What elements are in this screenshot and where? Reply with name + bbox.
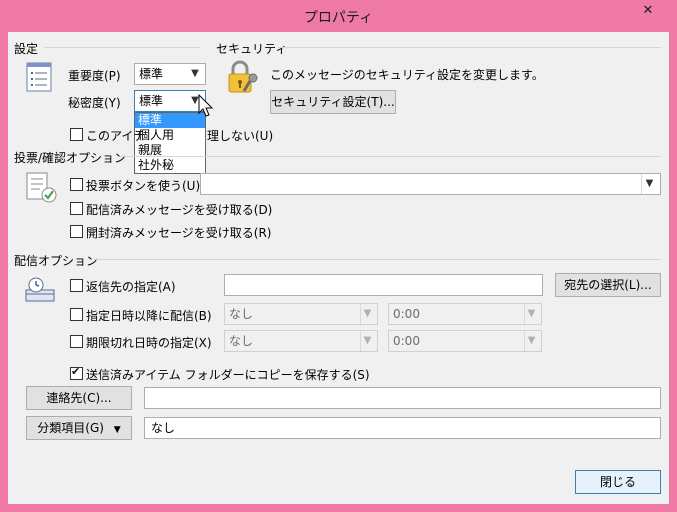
chevron-down-icon: ▼ — [524, 331, 538, 351]
delivery-divider — [94, 259, 661, 260]
voting-divider — [120, 156, 661, 157]
categories-button-label: 分類項目(G) — [37, 421, 104, 435]
use-voting-buttons-label: 投票ボタンを使う(U) — [86, 179, 201, 193]
close-button[interactable]: 閉じる — [575, 470, 661, 494]
expires-date-value: なし — [229, 334, 254, 348]
delivery-clock-tray-icon — [25, 277, 55, 302]
settings-divider — [44, 47, 200, 48]
security-divider — [278, 47, 661, 48]
contacts-input[interactable] — [144, 387, 661, 409]
expires-time-value: 0:00 — [393, 334, 420, 348]
expires-checkbox[interactable] — [70, 335, 83, 348]
sensitivity-option-personal[interactable]: 個人用 — [135, 128, 205, 143]
sensitivity-option-normal[interactable]: 標準 — [135, 113, 205, 128]
deferred-delivery-checkbox[interactable] — [70, 308, 83, 321]
categories-input[interactable]: なし — [144, 417, 661, 439]
properties-window: プロパティ ✕ 設定 重要度(P) 標準 ▼ 秘密度(Y) 標準 ▼ 標準 個人… — [0, 0, 677, 512]
chevron-down-icon: ▼ — [191, 68, 199, 79]
contacts-button[interactable]: 連絡先(C)... — [26, 386, 132, 410]
read-receipt-checkbox[interactable] — [70, 225, 83, 238]
importance-select[interactable]: 標準 ▼ — [134, 63, 206, 85]
security-section-label: セキュリティ — [216, 42, 288, 56]
deferred-time-value: 0:00 — [393, 307, 420, 321]
importance-label: 重要度(P) — [68, 69, 121, 83]
delivery-section-label: 配信オプション — [14, 254, 99, 268]
properties-list-icon — [26, 62, 52, 92]
deferred-date-select[interactable]: なし ▼ — [224, 303, 378, 325]
security-settings-button[interactable]: セキュリティ設定(T)... — [270, 90, 396, 114]
deferred-delivery-label: 指定日時以降に配信(B) — [86, 309, 212, 323]
sensitivity-option-confidential[interactable]: 社外秘 — [135, 158, 205, 173]
do-not-autoarchive-checkbox[interactable] — [70, 128, 83, 141]
voting-checklist-icon — [26, 172, 57, 203]
delivery-receipt-label: 配信済みメッセージを受け取る(D) — [86, 203, 273, 217]
sensitivity-select[interactable]: 標準 ▼ — [134, 90, 206, 112]
select-names-button[interactable]: 宛先の選択(L)... — [555, 273, 661, 297]
expires-time-select[interactable]: 0:00 ▼ — [388, 330, 542, 352]
do-not-autoarchive-label-start: このアイテ — [86, 129, 146, 143]
title-bar[interactable]: プロパティ ✕ — [0, 0, 677, 32]
expires-date-select[interactable]: なし ▼ — [224, 330, 378, 352]
do-not-autoarchive-label-end: 理しない(U) — [207, 129, 274, 143]
deferred-date-value: なし — [229, 307, 254, 321]
chevron-down-icon: ▼ — [524, 304, 538, 324]
read-receipt-label: 開封済みメッセージを受け取る(R) — [86, 226, 272, 240]
settings-section-label: 設定 — [14, 42, 39, 56]
security-description: このメッセージのセキュリティ設定を変更します。 — [270, 68, 544, 82]
save-sent-copy-checkbox[interactable] — [70, 365, 83, 380]
reply-to-checkbox[interactable] — [70, 279, 83, 292]
caret-down-icon: ▼ — [113, 425, 121, 435]
importance-value: 標準 — [139, 67, 164, 81]
chevron-down-icon: ▼ — [641, 174, 657, 194]
chevron-down-icon: ▼ — [360, 304, 374, 324]
mouse-pointer-icon — [198, 94, 214, 117]
save-sent-copy-label: 送信済みアイテム フォルダーにコピーを保存する(S) — [86, 368, 370, 382]
sensitivity-label: 秘密度(Y) — [68, 96, 121, 110]
delivery-receipt-checkbox[interactable] — [70, 202, 83, 215]
chevron-down-icon: ▼ — [360, 331, 374, 351]
categories-button[interactable]: 分類項目(G) ▼ — [26, 416, 132, 440]
lock-key-icon — [228, 60, 258, 93]
deferred-time-select[interactable]: 0:00 ▼ — [388, 303, 542, 325]
voting-section-label: 投票/確認オプション — [14, 151, 127, 165]
sensitivity-value: 標準 — [139, 94, 164, 108]
window-title: プロパティ — [303, 10, 374, 26]
use-voting-buttons-checkbox[interactable] — [70, 178, 83, 191]
reply-to-input[interactable] — [224, 274, 543, 296]
dialog-body: 設定 重要度(P) 標準 ▼ 秘密度(Y) 標準 ▼ 標準 個人用 親展 社外秘… — [8, 32, 669, 504]
close-window-button[interactable]: ✕ — [626, 1, 670, 21]
voting-buttons-select[interactable]: ▼ — [200, 173, 661, 195]
expires-label: 期限切れ日時の指定(X) — [86, 336, 212, 350]
reply-to-label: 返信先の指定(A) — [86, 280, 176, 294]
